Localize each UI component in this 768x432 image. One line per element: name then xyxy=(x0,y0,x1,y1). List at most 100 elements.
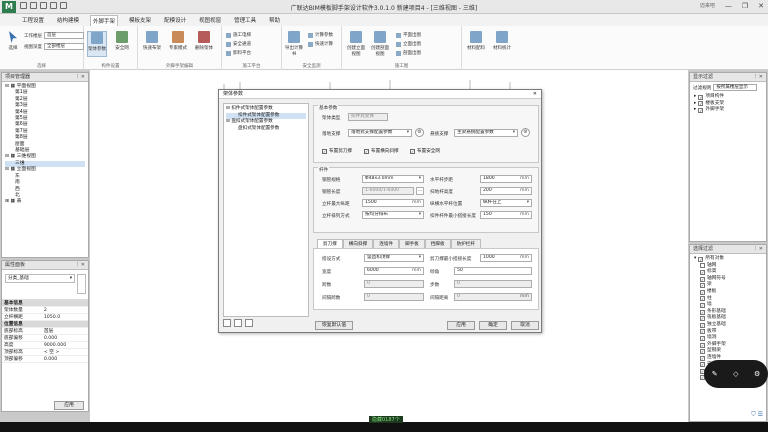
create-section-button[interactable]: 创建剖面视图 xyxy=(370,31,390,57)
config-tree-item[interactable]: 盘扣式架体配置参数 xyxy=(226,126,306,133)
expert-mode-button[interactable]: 专家模式 xyxy=(168,31,188,51)
sweep-height-field[interactable]: 200 mm xyxy=(480,187,532,195)
copy-config-icon[interactable] xyxy=(223,319,231,327)
shape-icon[interactable]: ◇ xyxy=(733,370,738,378)
edit-type-icon[interactable] xyxy=(77,274,86,294)
filter-item[interactable]: ▸ ✓ 项目构件 xyxy=(694,94,762,101)
filter-item[interactable]: ✓ 墙洞 xyxy=(694,335,762,342)
min-overlap-field[interactable]: 1000 mm xyxy=(480,254,532,262)
angle-field[interactable]: 50 xyxy=(454,267,532,275)
close-button[interactable]: ✕ xyxy=(758,2,764,10)
section-drawing-button[interactable]: 剖面出图 xyxy=(396,50,421,56)
tab-diagonal-brace[interactable]: 横向斜撑 xyxy=(342,239,374,248)
overlap-length-field[interactable]: 150 mm xyxy=(480,211,532,219)
filter-item[interactable]: ▸ ✓ 楼板支架 xyxy=(694,101,762,108)
properties-pin-icon[interactable]: ᛙ ✕ xyxy=(76,261,85,269)
prop-row[interactable]: 顶部偏移 0.000 xyxy=(2,355,88,363)
ground-support-gear-icon[interactable]: ⚙ xyxy=(415,128,424,137)
floor-selector[interactable]: 工作楼层 首层 xyxy=(24,32,84,39)
safety-net-checkbox[interactable]: ✓ 布置安全网 xyxy=(410,148,440,154)
cancel-button[interactable]: 取消 xyxy=(511,321,539,330)
elevator-button[interactable]: 施工电梯 xyxy=(226,32,251,38)
filter-item[interactable]: ✓ 型钢梁 xyxy=(694,348,762,355)
tab-wall-tie[interactable]: 连墙件 xyxy=(373,239,399,248)
apply-button[interactable]: 应用 xyxy=(447,321,475,330)
filter-item[interactable]: ✓ 梁 xyxy=(694,282,762,289)
settings-icon[interactable]: ⚙ xyxy=(754,370,760,378)
filter-item[interactable]: 轴网 xyxy=(694,263,762,270)
prop-row[interactable]: 高度 9000.000 xyxy=(2,341,88,349)
tab-guardrail[interactable]: 防护栏杆 xyxy=(450,239,481,248)
export-report-button[interactable]: 导出计算书 xyxy=(284,31,304,57)
select-filter-pin-icon[interactable]: ᛙ ✕ xyxy=(754,245,763,253)
tab-scaffold-board[interactable]: 脚手板 xyxy=(398,239,425,248)
menu-formwork-support[interactable]: 模板支架 xyxy=(127,15,153,25)
prop-row[interactable]: 立杆横距 1050.0 xyxy=(2,313,88,321)
calc-params-button[interactable]: 计算参数 xyxy=(308,32,333,38)
filter-item[interactable]: ✓ 轴网符号 xyxy=(694,276,762,283)
build-way-select[interactable]: 竖直和顶撑 ▾ xyxy=(364,254,424,262)
prop-row[interactable]: 底部偏移 0.000 xyxy=(2,334,88,342)
filter-rule-select[interactable]: 按所属楼层显示 xyxy=(713,84,758,91)
prop-row[interactable]: 架体数量 2 xyxy=(2,306,88,314)
panel-pin-icon[interactable]: ᛙ ✕ xyxy=(76,73,85,81)
filter-item[interactable]: ✓ 柱 xyxy=(694,296,762,303)
prop-row[interactable]: 底部标高 首层 xyxy=(2,327,88,335)
tab-scissor-brace[interactable]: 剪刀撑 xyxy=(317,239,343,248)
plan-drawing-button[interactable]: 平面出图 xyxy=(396,32,421,38)
horizontal-step-field[interactable]: 1800 mm xyxy=(480,175,532,183)
filter-item[interactable]: ✓ 墙 xyxy=(694,302,762,309)
create-elevation-button[interactable]: 创建立面视图 xyxy=(346,31,366,57)
menu-formwork-design[interactable]: 配模设计 xyxy=(162,15,188,25)
cantilever-support-gear-icon[interactable]: ⚙ xyxy=(521,128,530,137)
delete-scaffold-button[interactable]: 删除架体 xyxy=(194,31,214,51)
safety-passage-button[interactable]: 安全通道 xyxy=(226,41,251,47)
max-spacing-field[interactable]: 1500 mm xyxy=(362,199,424,207)
ground-support-select[interactable]: 落地式支撑配置参数 ▾ xyxy=(348,129,412,137)
filter-item[interactable]: ✓ 板带 xyxy=(694,329,762,336)
delete-config-icon[interactable] xyxy=(234,319,242,327)
type-selector[interactable]: 分类_基础 ▾ xyxy=(5,274,75,283)
material-stats-button[interactable]: 材料统计 xyxy=(492,31,512,51)
elevation-drawing-button[interactable]: 立面出图 xyxy=(396,41,421,47)
material-config-button[interactable]: 材料配料 xyxy=(466,31,486,51)
select-button[interactable]: 选择 xyxy=(3,31,23,51)
quick-calc-button[interactable]: 快速计算 xyxy=(308,41,333,47)
prop-row[interactable]: 顶部标高 < 空 > xyxy=(2,348,88,356)
safety-net-button[interactable]: 安全网 xyxy=(112,31,132,51)
dialog-close-icon[interactable]: ✕ xyxy=(533,90,537,99)
view-depth-selector[interactable]: 视图深度 全部楼层 xyxy=(24,43,84,50)
menu-management-tools[interactable]: 管理工具 xyxy=(232,15,258,25)
menu-structure-model[interactable]: 结构建模 xyxy=(55,15,81,25)
ok-button[interactable]: 确定 xyxy=(479,321,507,330)
diagonal-brace-checkbox[interactable]: ✓ 布置横向斜撑 xyxy=(364,148,399,154)
tree-item-table[interactable]: ⊞ ▦ 表 xyxy=(5,199,85,205)
menu-external-scaffold[interactable]: 外脚手架 xyxy=(90,14,119,26)
maximize-button[interactable]: ❐ xyxy=(742,2,748,10)
filter-item[interactable]: ✓ 条形基础 xyxy=(694,309,762,316)
menu-view-window[interactable]: 视图视窗 xyxy=(197,15,223,25)
filter-item-all[interactable]: ▾ ✓ 所有对象 xyxy=(694,256,762,263)
filter-item[interactable]: ✓ 楼板 xyxy=(694,289,762,296)
quick-draw-button[interactable]: 快速布架 xyxy=(142,31,162,51)
restore-default-button[interactable]: 恢复默认值 xyxy=(315,321,353,330)
arrange-mode-select[interactable]: 按均分排布 ▾ xyxy=(362,211,424,219)
pipe-spec-select[interactable]: Φ48x3.0mm ▾ xyxy=(362,175,424,183)
width-field[interactable]: 6000 mm xyxy=(364,267,424,275)
filter-item[interactable]: ✓ 独立基础 xyxy=(694,322,762,329)
properties-apply-button[interactable]: 应用 xyxy=(54,401,84,410)
scaffold-params-button[interactable]: 架体参数 xyxy=(87,31,107,57)
unloading-platform-button[interactable]: 卸料平台 xyxy=(226,50,251,56)
filter-item[interactable]: ✓ 标高 xyxy=(694,269,762,276)
menu-help[interactable]: 帮助 xyxy=(267,15,282,25)
scissor-brace-checkbox[interactable]: ✓ 布置剪刀撑 xyxy=(322,148,352,154)
bar-position-select[interactable]: 纵杆在上 ▾ xyxy=(480,199,532,207)
filter-item[interactable]: ✓ 筏板基础 xyxy=(694,315,762,322)
filter-item[interactable]: ✓ 外脚手架 xyxy=(694,342,762,349)
display-filter-pin-icon[interactable]: ᛙ ✕ xyxy=(754,73,763,81)
minimize-button[interactable]: — xyxy=(725,2,732,10)
menu-project-settings[interactable]: 工程设置 xyxy=(20,15,46,25)
pen-icon[interactable]: ✎ xyxy=(712,370,718,378)
user-name[interactable]: 迈来吧 xyxy=(700,2,715,10)
cantilever-support-select[interactable]: 主梁悬挑配置参数 ▾ xyxy=(454,129,518,137)
